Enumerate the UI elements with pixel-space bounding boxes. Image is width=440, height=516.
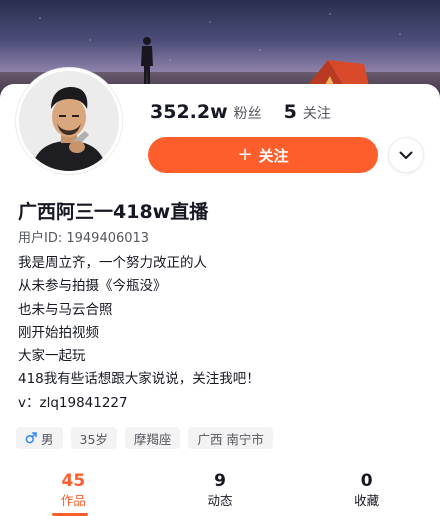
fans-count[interactable]: 352.2w: [150, 101, 228, 123]
tag-gender-label: 男: [41, 431, 54, 447]
tab-works-label: 作品: [60, 493, 86, 508]
male-icon: [25, 432, 37, 444]
banner-person-silhouette: [141, 37, 153, 86]
tab-moments[interactable]: 9 动态: [147, 470, 294, 516]
user-id[interactable]: 用户ID: 1949406013: [18, 227, 149, 246]
bio-line: 418我有些话想跟大家说说，关注我吧！: [18, 371, 260, 388]
tag-location[interactable]: 广西 南宁市: [188, 427, 273, 449]
profile-tabs: 45 作品 9 动态 0 收藏: [0, 470, 440, 516]
tab-favorites-label: 收藏: [354, 493, 380, 508]
following-label[interactable]: 关注: [303, 103, 331, 123]
profile-bio: 我是周立齐，一个努力改正的人 从未参与拍摄《今瓶没》 也未与马云合照 刚开始拍视…: [18, 252, 428, 415]
chevron-down-icon: [399, 151, 413, 159]
tab-favorites[interactable]: 0 收藏: [293, 470, 440, 516]
avatar-photo: [19, 71, 119, 171]
follow-button-label: 关注: [258, 146, 289, 165]
profile-nickname: 广西阿三一418w直播: [18, 201, 209, 223]
bio-line: 从未参与拍摄《今瓶没》: [18, 278, 167, 295]
tab-works-count: 45: [61, 471, 86, 491]
plus-icon: +: [237, 144, 253, 165]
tag-gender: 男: [16, 427, 63, 449]
tab-works[interactable]: 45 作品: [0, 470, 147, 516]
tab-moments-count: 9: [214, 471, 226, 491]
tab-favorites-count: 0: [360, 471, 373, 491]
tag-age: 35岁: [70, 427, 117, 449]
follow-button[interactable]: + 关注: [148, 137, 378, 173]
bio-line: 我是周立齐，一个努力改正的人: [18, 255, 207, 271]
profile-tags: 男 35岁 摩羯座 广西 南宁市: [16, 427, 273, 449]
bio-line: 大家一起玩: [18, 348, 86, 365]
profile-stats: 352.2w 粉丝 5 关注: [150, 101, 331, 123]
bio-line: v：zlq19841227: [18, 394, 128, 411]
avatar[interactable]: [16, 68, 122, 174]
following-count[interactable]: 5: [284, 101, 297, 123]
tag-zodiac-label: 摩羯座: [133, 431, 172, 447]
bio-line: 刚开始拍视频: [18, 324, 99, 341]
tag-location-label: 广西 南宁市: [197, 431, 264, 447]
tab-moments-label: 动态: [207, 493, 233, 508]
tag-zodiac: 摩羯座: [124, 427, 181, 449]
more-options-button[interactable]: [388, 137, 424, 173]
bio-line: 也未与马云合照: [18, 301, 113, 318]
tag-age-label: 35岁: [79, 431, 108, 447]
fans-label[interactable]: 粉丝: [234, 103, 262, 123]
